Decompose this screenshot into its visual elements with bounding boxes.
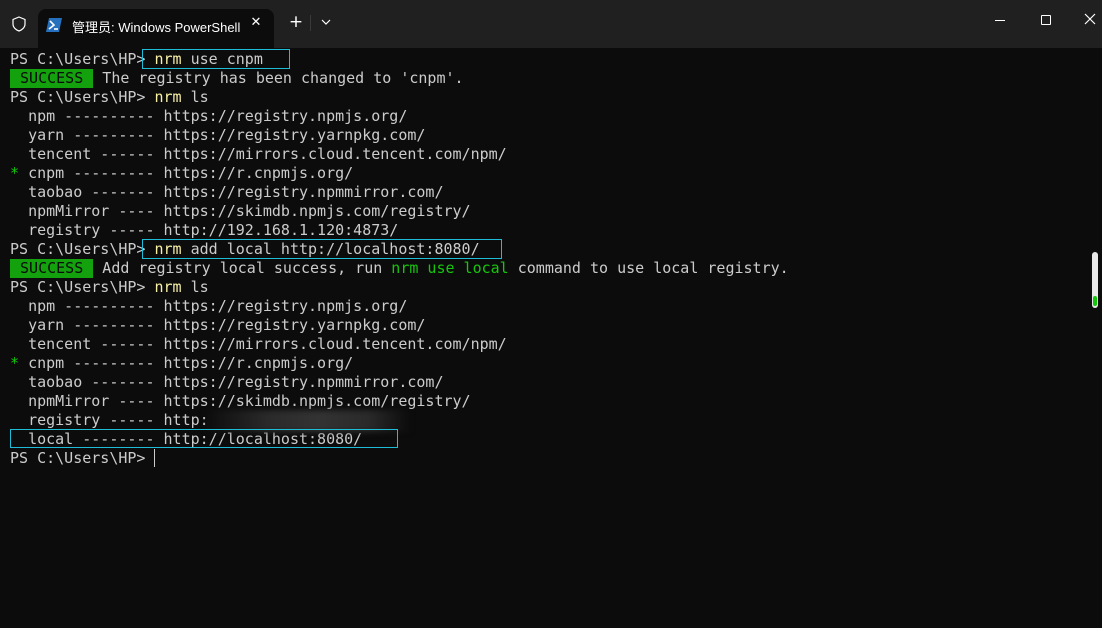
output-text: command to use local registry. [508,259,789,277]
success-badge: SUCCESS [10,69,94,88]
current-marker [10,297,19,315]
registry-row: npmMirror ---- https://skimdb.npmjs.com/… [10,392,471,411]
registry-url: http://192.168.1.120:4873/ [163,221,399,239]
current-marker [10,335,19,353]
registry-row: npmMirror ---- https://skimdb.npmjs.com/… [10,202,471,221]
terminal-output[interactable]: PS C:\Users\HP> nrm use cnpm SUCCESS The… [0,48,1102,628]
current-marker [10,126,19,144]
prompt: PS C:\Users\HP> [10,50,146,68]
scrollbar[interactable] [1092,252,1098,308]
registry-row: * cnpm --------- https://r.cnpmjs.org/ [10,354,353,373]
suggested-command: nrm use local [391,259,509,277]
registry-url: https://r.cnpmjs.org/ [163,354,354,372]
registry-name: registry ----- [28,411,164,429]
command-name: nrm [154,88,182,106]
terminal-line: PS C:\Users\HP> nrm ls [10,88,209,107]
highlight-box [10,429,398,448]
current-marker [10,221,19,239]
current-marker [10,107,19,125]
registry-name: taobao ------- [28,373,164,391]
registry-row: yarn --------- https://registry.yarnpkg.… [10,316,425,335]
registry-name: npm ---------- [28,107,164,125]
terminal-line: SUCCESS Add registry local success, run … [10,259,789,278]
registry-url: https://r.cnpmjs.org/ [163,164,354,182]
success-badge: SUCCESS [10,259,94,278]
registry-row: * cnpm --------- https://r.cnpmjs.org/ [10,164,353,183]
registry-name: npmMirror ---- [28,202,164,220]
registry-name: tencent ------ [28,145,164,163]
current-marker [10,411,19,429]
prompt: PS C:\Users\HP> [10,278,146,296]
tab-powershell[interactable]: 管理员: Windows PowerShell ✕ [38,9,274,48]
current-marker: * [10,354,20,372]
registry-name: npmMirror ---- [28,392,164,410]
registry-name: cnpm --------- [28,354,164,372]
registry-row: npm ---------- https://registry.npmjs.or… [10,107,407,126]
current-marker [10,392,19,410]
registry-name: registry ----- [28,221,164,239]
command-name: nrm [154,278,182,296]
tab-close-icon[interactable]: ✕ [246,13,266,33]
registry-url: https://registry.npmjs.org/ [163,107,408,125]
registry-name: npm ---------- [28,297,164,315]
command-args: ls [181,278,209,296]
current-marker [10,202,19,220]
registry-row: npm ---------- https://registry.npmjs.or… [10,297,407,316]
terminal-line: SUCCESS The registry has been changed to… [10,69,464,88]
title-bar: 管理员: Windows PowerShell ✕ + [0,0,1102,48]
scrollbar-thumb[interactable] [1093,296,1097,306]
current-marker: * [10,164,20,182]
current-marker [10,145,19,163]
registry-name: yarn --------- [28,316,164,334]
registry-name: tencent ------ [28,335,164,353]
highlight-box [142,49,290,69]
new-tab-button[interactable]: + [286,10,306,34]
tab-divider [310,15,311,31]
registry-row: tencent ------ https://mirrors.cloud.ten… [10,145,507,164]
current-marker [10,316,19,334]
registry-name: cnpm --------- [28,164,164,182]
output-text: Add registry local success, run [93,259,392,277]
shield-icon [12,16,26,32]
registry-url: https://registry.yarnpkg.com/ [163,126,426,144]
registry-url: https://registry.yarnpkg.com/ [163,316,426,334]
registry-name: taobao ------- [28,183,164,201]
registry-row: taobao ------- https://registry.npmmirro… [10,183,444,202]
terminal-line: PS C:\Users\HP> [10,449,145,468]
registry-url: http: [163,411,209,429]
registry-url: https://mirrors.cloud.tencent.com/npm/ [163,335,507,353]
current-marker [10,373,19,391]
output-text: The registry has been changed to 'cnpm'. [93,69,464,87]
text-cursor [154,449,155,467]
close-window-button[interactable] [1082,11,1098,27]
dropdown-icon[interactable] [316,10,336,34]
maximize-button[interactable] [1041,15,1051,25]
prompt: PS C:\Users\HP> [10,240,146,258]
prompt: PS C:\Users\HP> [10,449,146,467]
registry-url: https://registry.npmmirror.com/ [163,183,444,201]
registry-row: yarn --------- https://registry.yarnpkg.… [10,126,425,145]
registry-url: https://registry.npmmirror.com/ [163,373,444,391]
highlight-box [142,239,502,259]
registry-row: registry ----- http://192.168.1.120:4873… [10,221,398,240]
registry-url: https://mirrors.cloud.tencent.com/npm/ [163,145,507,163]
registry-row: taobao ------- https://registry.npmmirro… [10,373,444,392]
minimize-button[interactable] [995,20,1005,21]
current-marker [10,183,19,201]
registry-row: registry ----- http: [10,411,209,430]
registry-url: https://skimdb.npmjs.com/registry/ [163,202,471,220]
registry-url: https://registry.npmjs.org/ [163,297,408,315]
command-args: ls [181,88,209,106]
registry-row: tencent ------ https://mirrors.cloud.ten… [10,335,507,354]
powershell-icon [46,18,62,32]
registry-name: yarn --------- [28,126,164,144]
tab-title: 管理员: Windows PowerShell [72,20,241,35]
registry-url: https://skimdb.npmjs.com/registry/ [163,392,471,410]
terminal-line: PS C:\Users\HP> nrm ls [10,278,209,297]
prompt: PS C:\Users\HP> [10,88,146,106]
